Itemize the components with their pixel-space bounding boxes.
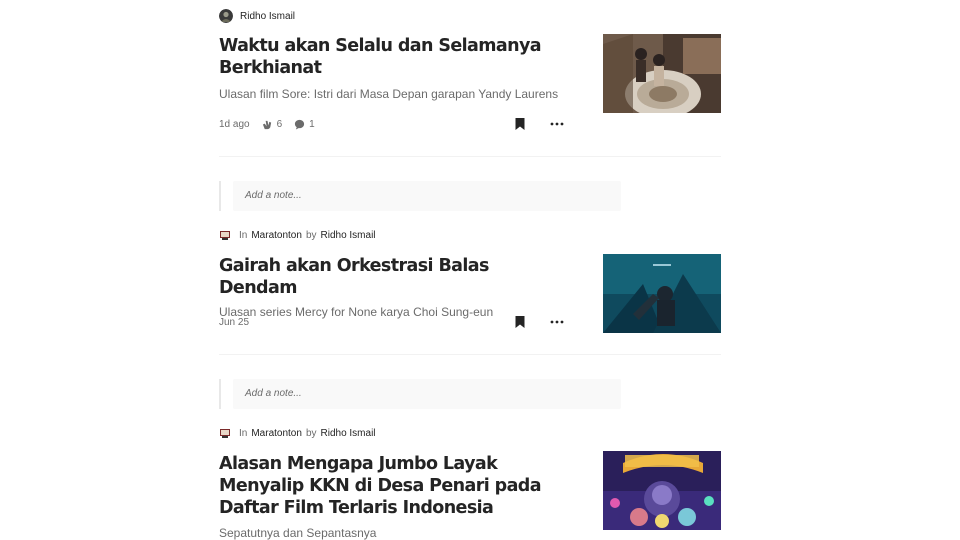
note-bar (219, 379, 221, 409)
note-input[interactable]: Add a note... (233, 379, 621, 409)
clap-count[interactable]: 6 (262, 118, 283, 130)
article-title[interactable]: Alasan Mengapa Jumbo Layak Menyalip KKN … (219, 453, 564, 519)
article-card[interactable]: Ridho Ismail Waktu akan Selalu dan Selam… (219, 8, 721, 130)
in-label: In (239, 229, 248, 241)
author-name[interactable]: Ridho Ismail (321, 230, 376, 241)
response-count[interactable]: 1 (294, 119, 315, 130)
by-label: by (305, 229, 317, 241)
note-bar (219, 181, 221, 211)
divider (219, 354, 721, 355)
article-thumbnail[interactable] (603, 34, 721, 113)
article-meta: Jun 25 (219, 315, 249, 329)
article-date: Jun 25 (219, 316, 250, 328)
response-count-value: 1 (309, 118, 315, 130)
article-actions (514, 117, 564, 131)
byline: Ridho Ismail (219, 8, 721, 24)
article-meta: 1d ago 6 1 (219, 117, 315, 131)
author-name[interactable]: Ridho Ismail (321, 428, 376, 439)
by-label: by (305, 427, 317, 439)
more-icon[interactable] (550, 315, 564, 329)
publication-name[interactable]: Maratonton (251, 428, 302, 439)
response-icon (295, 119, 305, 130)
in-label: In (239, 427, 248, 439)
note-field[interactable]: Add a note... (219, 379, 621, 409)
more-icon[interactable] (550, 117, 564, 131)
note-field[interactable]: Add a note... (219, 181, 621, 211)
article-card[interactable]: In Maratonton by Ridho Ismail Alasan Men… (219, 425, 721, 540)
note-input[interactable]: Add a note... (233, 181, 621, 211)
byline: In Maratonton by Ridho Ismail (219, 425, 721, 441)
byline: In Maratonton by Ridho Ismail (219, 227, 721, 243)
publication-name[interactable]: Maratonton (251, 230, 302, 241)
publication-icon[interactable] (219, 427, 231, 439)
author-name[interactable]: Ridho Ismail (240, 11, 295, 22)
divider (219, 156, 721, 157)
bookmark-icon[interactable] (514, 117, 526, 131)
article-title[interactable]: Gairah akan Orkestrasi Balas Dendam (219, 255, 564, 299)
article-card[interactable]: In Maratonton by Ridho Ismail Gairah aka… (219, 227, 721, 333)
article-date: 1d ago (219, 118, 250, 130)
article-thumbnail[interactable] (603, 254, 721, 333)
article-thumbnail[interactable] (603, 451, 721, 530)
article-actions (514, 315, 564, 329)
clap-count-value: 6 (276, 118, 283, 130)
author-avatar[interactable] (219, 9, 233, 23)
clap-icon (262, 120, 271, 129)
bookmark-icon[interactable] (514, 315, 526, 329)
article-title[interactable]: Waktu akan Selalu dan Selamanya Berkhian… (219, 35, 564, 79)
publication-icon[interactable] (219, 229, 231, 241)
